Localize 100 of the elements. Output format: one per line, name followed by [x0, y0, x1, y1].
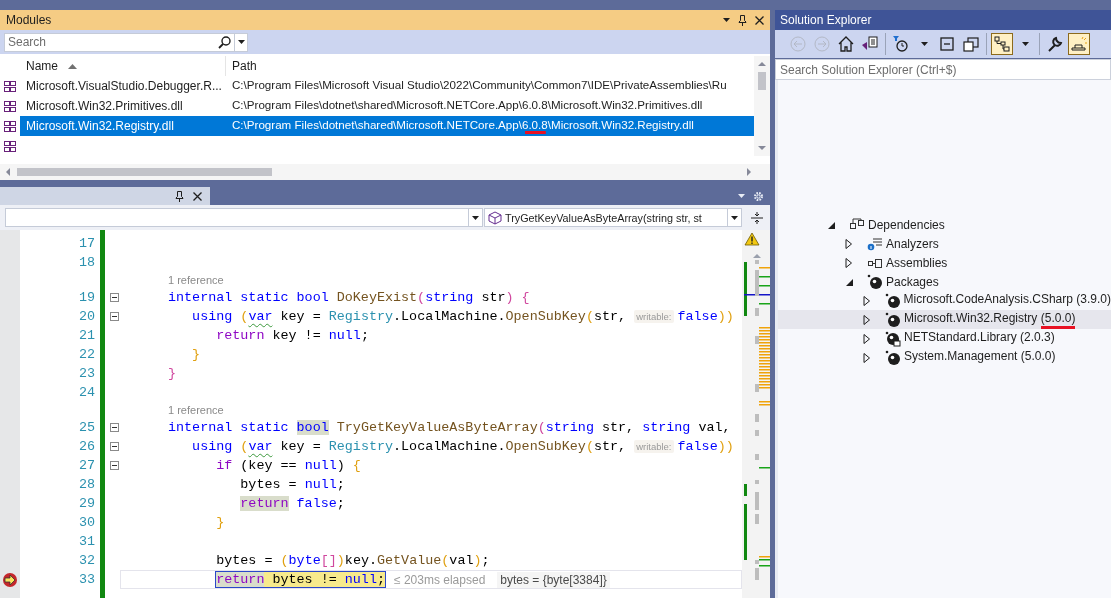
tree-row[interactable]: Dependencies — [778, 215, 1111, 234]
panel-title: Solution Explorer — [775, 10, 1111, 30]
module-icon — [3, 119, 17, 133]
close-icon[interactable] — [193, 191, 202, 201]
collapsed-arrow-icon[interactable] — [863, 333, 870, 344]
line-number: 30 — [78, 515, 95, 530]
tree-row[interactable]: Analyzers — [778, 234, 1111, 253]
analyzers-icon — [867, 235, 883, 252]
caret-icon — [237, 40, 245, 44]
collapsed-arrow-icon[interactable] — [863, 314, 870, 325]
table-cell-text: Microsoft.VisualStudio.Debugger.R... — [25, 79, 223, 93]
search-field[interactable]: Search Solution Explorer (Ctrl+$) — [776, 60, 1110, 79]
collapse-icon[interactable] — [109, 461, 119, 470]
package-icon — [885, 349, 901, 366]
line-number: 18 — [78, 255, 95, 270]
line-number: 19 — [78, 290, 95, 305]
codelens-link[interactable]: 1 reference — [168, 274, 224, 286]
horizontal-scrollbar[interactable] — [0, 164, 770, 180]
pin-icon[interactable] — [738, 14, 747, 26]
table-row[interactable]: Microsoft.Win32.Primitives.dll C:\Program Files\dotnet\shared\Microsoft.NETCore.App\6.0.8\Microsoft.Win32.Primitives.dll — [20, 96, 754, 116]
code-line: using (var key = Registry.LocalMachine.OpenSubKey(str, writable: false)) — [191, 439, 734, 454]
package-icon — [884, 292, 901, 309]
settings-icon[interactable] — [753, 190, 764, 202]
collapse-icon[interactable] — [109, 423, 119, 432]
tree-row[interactable]: Microsoft.CodeAnalysis.CSharp (3.9.0) — [778, 291, 1111, 310]
collapsed-arrow-icon[interactable] — [845, 257, 852, 268]
caret-icon[interactable] — [723, 18, 730, 22]
line-number: 32 — [78, 553, 95, 568]
vertical-scrollbar[interactable] — [754, 56, 770, 156]
pin-icon[interactable] — [175, 190, 184, 202]
collapsed-arrow-icon[interactable] — [845, 238, 852, 249]
caret-icon — [1021, 42, 1029, 46]
cube-icon — [488, 210, 502, 225]
hierarchy-button[interactable] — [991, 33, 1013, 55]
tree-item-label: Analyzers — [886, 236, 939, 251]
module-icon — [3, 99, 17, 113]
code-line: } — [168, 366, 177, 381]
split-window-icon[interactable] — [750, 210, 764, 225]
collapse-icon[interactable] — [109, 293, 119, 302]
code-line: return false; — [239, 496, 345, 511]
caret-icon — [472, 215, 479, 220]
collapse-icon[interactable] — [109, 312, 119, 321]
line-number: 29 — [78, 496, 95, 511]
tree-item-label: Dependencies — [868, 217, 945, 232]
expanded-arrow-icon[interactable] — [826, 220, 835, 229]
collapsed-arrow-icon[interactable] — [862, 295, 870, 306]
caret-icon — [920, 42, 928, 46]
line-number: 26 — [78, 439, 95, 454]
tree-item-label: Packages — [886, 274, 939, 289]
code-line: internal static bool TryGetKeyValueAsByteArray(string str, string val, — [168, 420, 731, 435]
code-line: using (var key = Registry.LocalMachine.OpenSubKey(str, writable: false)) — [191, 309, 734, 324]
tree-row[interactable]: Assemblies — [778, 253, 1111, 272]
table-cell-text: C:\Program Files\dotnet\shared\Microsoft.NETCore.App\6.0.8\Microsoft.Win32.Primitives.dll — [231, 98, 704, 113]
preview-button[interactable] — [1068, 33, 1090, 55]
code-line: bytes = null; — [239, 477, 345, 492]
dropdown-button[interactable] — [234, 33, 247, 51]
member-dropdown[interactable]: TryGetKeyValueAsByteArray(string str, st — [484, 208, 742, 227]
code-line: bytes = (byte[])key.GetValue(val); — [215, 553, 490, 568]
tree-row[interactable]: Microsoft.Win32.Registry (5.0.0) — [778, 310, 1111, 329]
code-line: internal static bool DoKeyExist(string str) { — [168, 290, 530, 305]
tree-row[interactable]: NETStandard.Library (2.0.3) — [778, 329, 1111, 348]
expanded-arrow-icon[interactable] — [844, 277, 853, 286]
tree-item-label: NETStandard.Library (2.0.3) — [904, 329, 1055, 346]
line-number: 21 — [78, 328, 95, 343]
warning-icon[interactable] — [744, 232, 760, 246]
table-cell-text: Microsoft.Win32.Primitives.dll — [25, 99, 184, 113]
collapse-icon[interactable] — [109, 442, 119, 451]
table-row[interactable]: Microsoft.VisualStudio.Debugger.R... C:\Program Files\Microsoft Visual Studio\2022\Community\Common7\IDE\PrivateAssemblies\Ru — [20, 76, 754, 96]
table-cell: C:\Program Files\dotnet\shared\Microsoft.NETCore.App\6.0.8\Microsoft.Win32.Registry.dll — [226, 118, 754, 134]
tree-row[interactable]: Packages — [778, 272, 1111, 291]
caret-icon — [731, 215, 738, 220]
line-number: 28 — [78, 477, 95, 492]
data-tip[interactable]: bytes = {byte[3384]} — [497, 571, 610, 588]
tree-item-label: Microsoft.CodeAnalysis.CSharp (3.9.0) — [903, 291, 1111, 308]
tree-item-label: Microsoft.Win32.Registry (5.0.0) — [904, 310, 1076, 329]
code-line: return key != null; — [215, 328, 369, 343]
codelens-link[interactable]: 1 reference — [168, 404, 224, 416]
tree-item-label: Assemblies — [886, 255, 948, 270]
collapsed-arrow-icon[interactable] — [863, 352, 870, 363]
search-icon[interactable] — [218, 35, 231, 49]
package-icon — [867, 273, 883, 290]
code-line: if (key == null) { — [215, 458, 361, 473]
search-field[interactable]: Search — [5, 35, 218, 49]
code-line: } — [215, 515, 225, 530]
line-number: 22 — [78, 347, 95, 362]
locked-package-icon — [885, 330, 901, 347]
search-box[interactable]: Search — [4, 32, 248, 52]
panel-title: Modules — [6, 13, 53, 27]
tree-row[interactable]: System.Management (5.0.0) — [778, 348, 1111, 367]
table-cell-text: Microsoft.Win32.Registry.dll — [25, 119, 175, 133]
table-row[interactable]: Microsoft.Win32.Registry.dll C:\Program Files\dotnet\shared\Microsoft.NETCore.App\6.0.8\Microsoft.Win32.Registry.dll — [20, 116, 754, 136]
code-line: } — [191, 347, 201, 362]
package-icon — [885, 311, 901, 328]
line-number: 17 — [78, 236, 95, 251]
line-number: 33 — [78, 572, 95, 587]
module-icon — [3, 79, 17, 93]
line-number: 31 — [78, 534, 95, 549]
line-number: 24 — [78, 385, 95, 400]
close-icon[interactable] — [755, 15, 764, 25]
tree-item-label: System.Management (5.0.0) — [904, 348, 1056, 365]
